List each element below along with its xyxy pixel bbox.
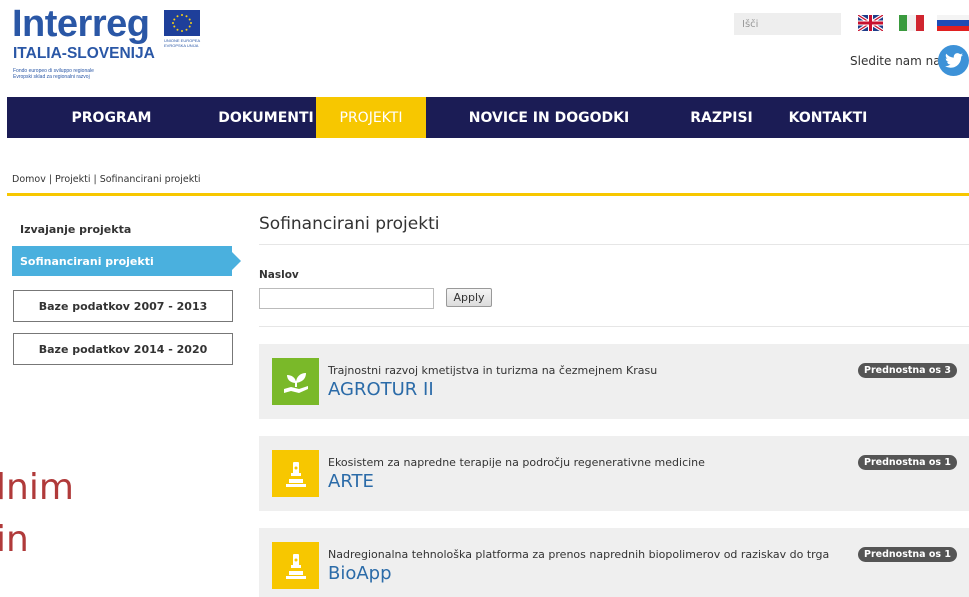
plant-hand-icon [272,358,319,405]
nav-projekti[interactable]: PROJEKTI [316,97,426,138]
project-name-link[interactable]: ARTE [328,471,374,492]
logo-title: Interreg [12,3,150,45]
nav-novice-in-dogodki[interactable]: NOVICE IN DOGODKI [426,97,672,138]
page-title: Sofinancirani projekti [259,214,440,234]
overflow-text-line-2: in [0,519,29,560]
interreg-logo[interactable]: Interreg ITALIA-SLOVENIJA Fondo europeo … [12,3,212,80]
site-header: Interreg ITALIA-SLOVENIJA Fondo europeo … [0,0,969,97]
eu-label-si: EVROPSKA UNIJA [164,43,199,48]
project-subtitle: Nadregionalna tehnološka platforma za pr… [328,548,830,561]
project-card[interactable]: Ekosistem za napredne terapije na področ… [259,436,969,511]
project-card[interactable]: Trajnostni razvoj kmetijstva in turizma … [259,344,969,419]
priority-badge: Prednostna os 1 [858,455,957,470]
database-2014-2020-button[interactable]: Baze podatkov 2014 - 2020 [13,333,233,365]
eu-label: UNIONE EUROPEA EVROPSKA UNIJA [164,38,200,48]
sidebar-item-izvajanje-projekta[interactable]: Izvajanje projekta [20,223,131,236]
eu-flag-icon [164,10,200,36]
main-navigation: PROGRAM DOKUMENTI PROJEKTI NOVICE IN DOG… [7,97,969,138]
nav-razpisi[interactable]: RAZPISI [672,97,771,138]
database-2007-2013-button[interactable]: Baze podatkov 2007 - 2013 [13,290,233,322]
priority-badge: Prednostna os 1 [858,547,957,562]
twitter-icon[interactable] [938,45,969,76]
project-subtitle: Trajnostni razvoj kmetijstva in turizma … [328,364,658,377]
sidebar-item-sofinancirani-projekti[interactable]: Sofinancirani projekti [12,246,241,276]
slovenia-flag-icon[interactable] [937,15,969,31]
search-input[interactable] [734,13,841,35]
priority-badge: Prednostna os 3 [858,363,957,378]
nav-dokumenti[interactable]: DOKUMENTI [216,97,316,138]
breadcrumb[interactable]: Domov | Projekti | Sofinancirani projekt… [12,174,201,185]
nav-program[interactable]: PROGRAM [7,97,216,138]
filter-label: Naslov [259,269,299,281]
italy-flag-icon[interactable] [899,15,924,31]
project-card[interactable]: Nadregionalna tehnološka platforma za pr… [259,528,969,597]
microscope-icon [272,542,319,589]
title-filter-input[interactable] [259,288,434,309]
uk-flag-icon[interactable] [858,15,883,31]
logo-subtitle: ITALIA-SLOVENIJA [13,45,155,62]
filter-divider [259,326,969,327]
logo-tagline-si: Evropski sklad za regionalni razvoj [13,74,90,80]
project-name-link[interactable]: AGROTUR II [328,379,434,400]
section-divider [7,193,969,196]
project-name-link[interactable]: BioApp [328,563,392,584]
nav-kontakti[interactable]: KONTAKTI [771,97,885,138]
follow-us-text: Sledite nam na [850,54,941,68]
microscope-icon [272,450,319,497]
apply-button[interactable]: Apply [446,288,492,307]
title-divider [259,244,969,245]
overflow-text-line-1: lnim [0,467,74,508]
project-subtitle: Ekosistem za napredne terapije na področ… [328,456,705,469]
